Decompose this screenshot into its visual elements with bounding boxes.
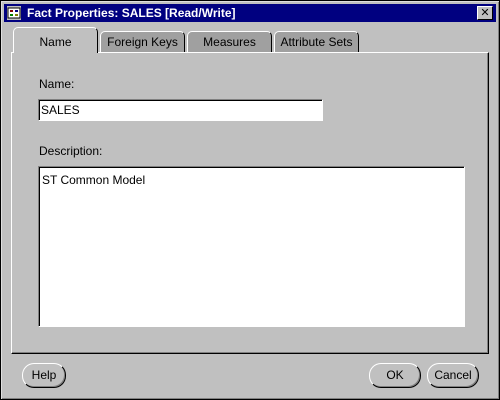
cancel-button[interactable]: Cancel — [427, 363, 479, 388]
close-button[interactable]: ✕ — [477, 6, 493, 20]
name-input[interactable]: SALES — [38, 99, 323, 121]
description-textarea[interactable]: ST Common Model — [38, 166, 465, 327]
tab-attribute-sets[interactable]: Attribute Sets — [274, 31, 359, 52]
description-label: Description: — [39, 144, 103, 158]
tab-measures[interactable]: Measures — [187, 31, 272, 52]
cancel-button-label: Cancel — [434, 368, 472, 382]
close-icon: ✕ — [480, 7, 490, 19]
tab-name-label: Name — [39, 35, 72, 49]
tab-attribute-sets-label: Attribute Sets — [280, 35, 353, 49]
tab-foreign-keys[interactable]: Foreign Keys — [100, 31, 185, 52]
tab-foreign-keys-label: Foreign Keys — [107, 35, 178, 49]
dialog-window: Fact Properties: SALES [Read/Write] ✕ Na… — [0, 0, 500, 400]
tab-measures-label: Measures — [203, 35, 256, 49]
help-button[interactable]: Help — [22, 363, 66, 388]
ok-button[interactable]: OK — [369, 363, 421, 388]
ok-button-label: OK — [386, 368, 404, 382]
title-bar[interactable]: Fact Properties: SALES [Read/Write] ✕ — [4, 4, 496, 22]
help-button-label: Help — [31, 368, 57, 382]
tab-name[interactable]: Name — [13, 27, 98, 53]
window-title: Fact Properties: SALES [Read/Write] — [27, 6, 236, 20]
app-icon — [7, 6, 21, 20]
name-label: Name: — [39, 77, 75, 91]
